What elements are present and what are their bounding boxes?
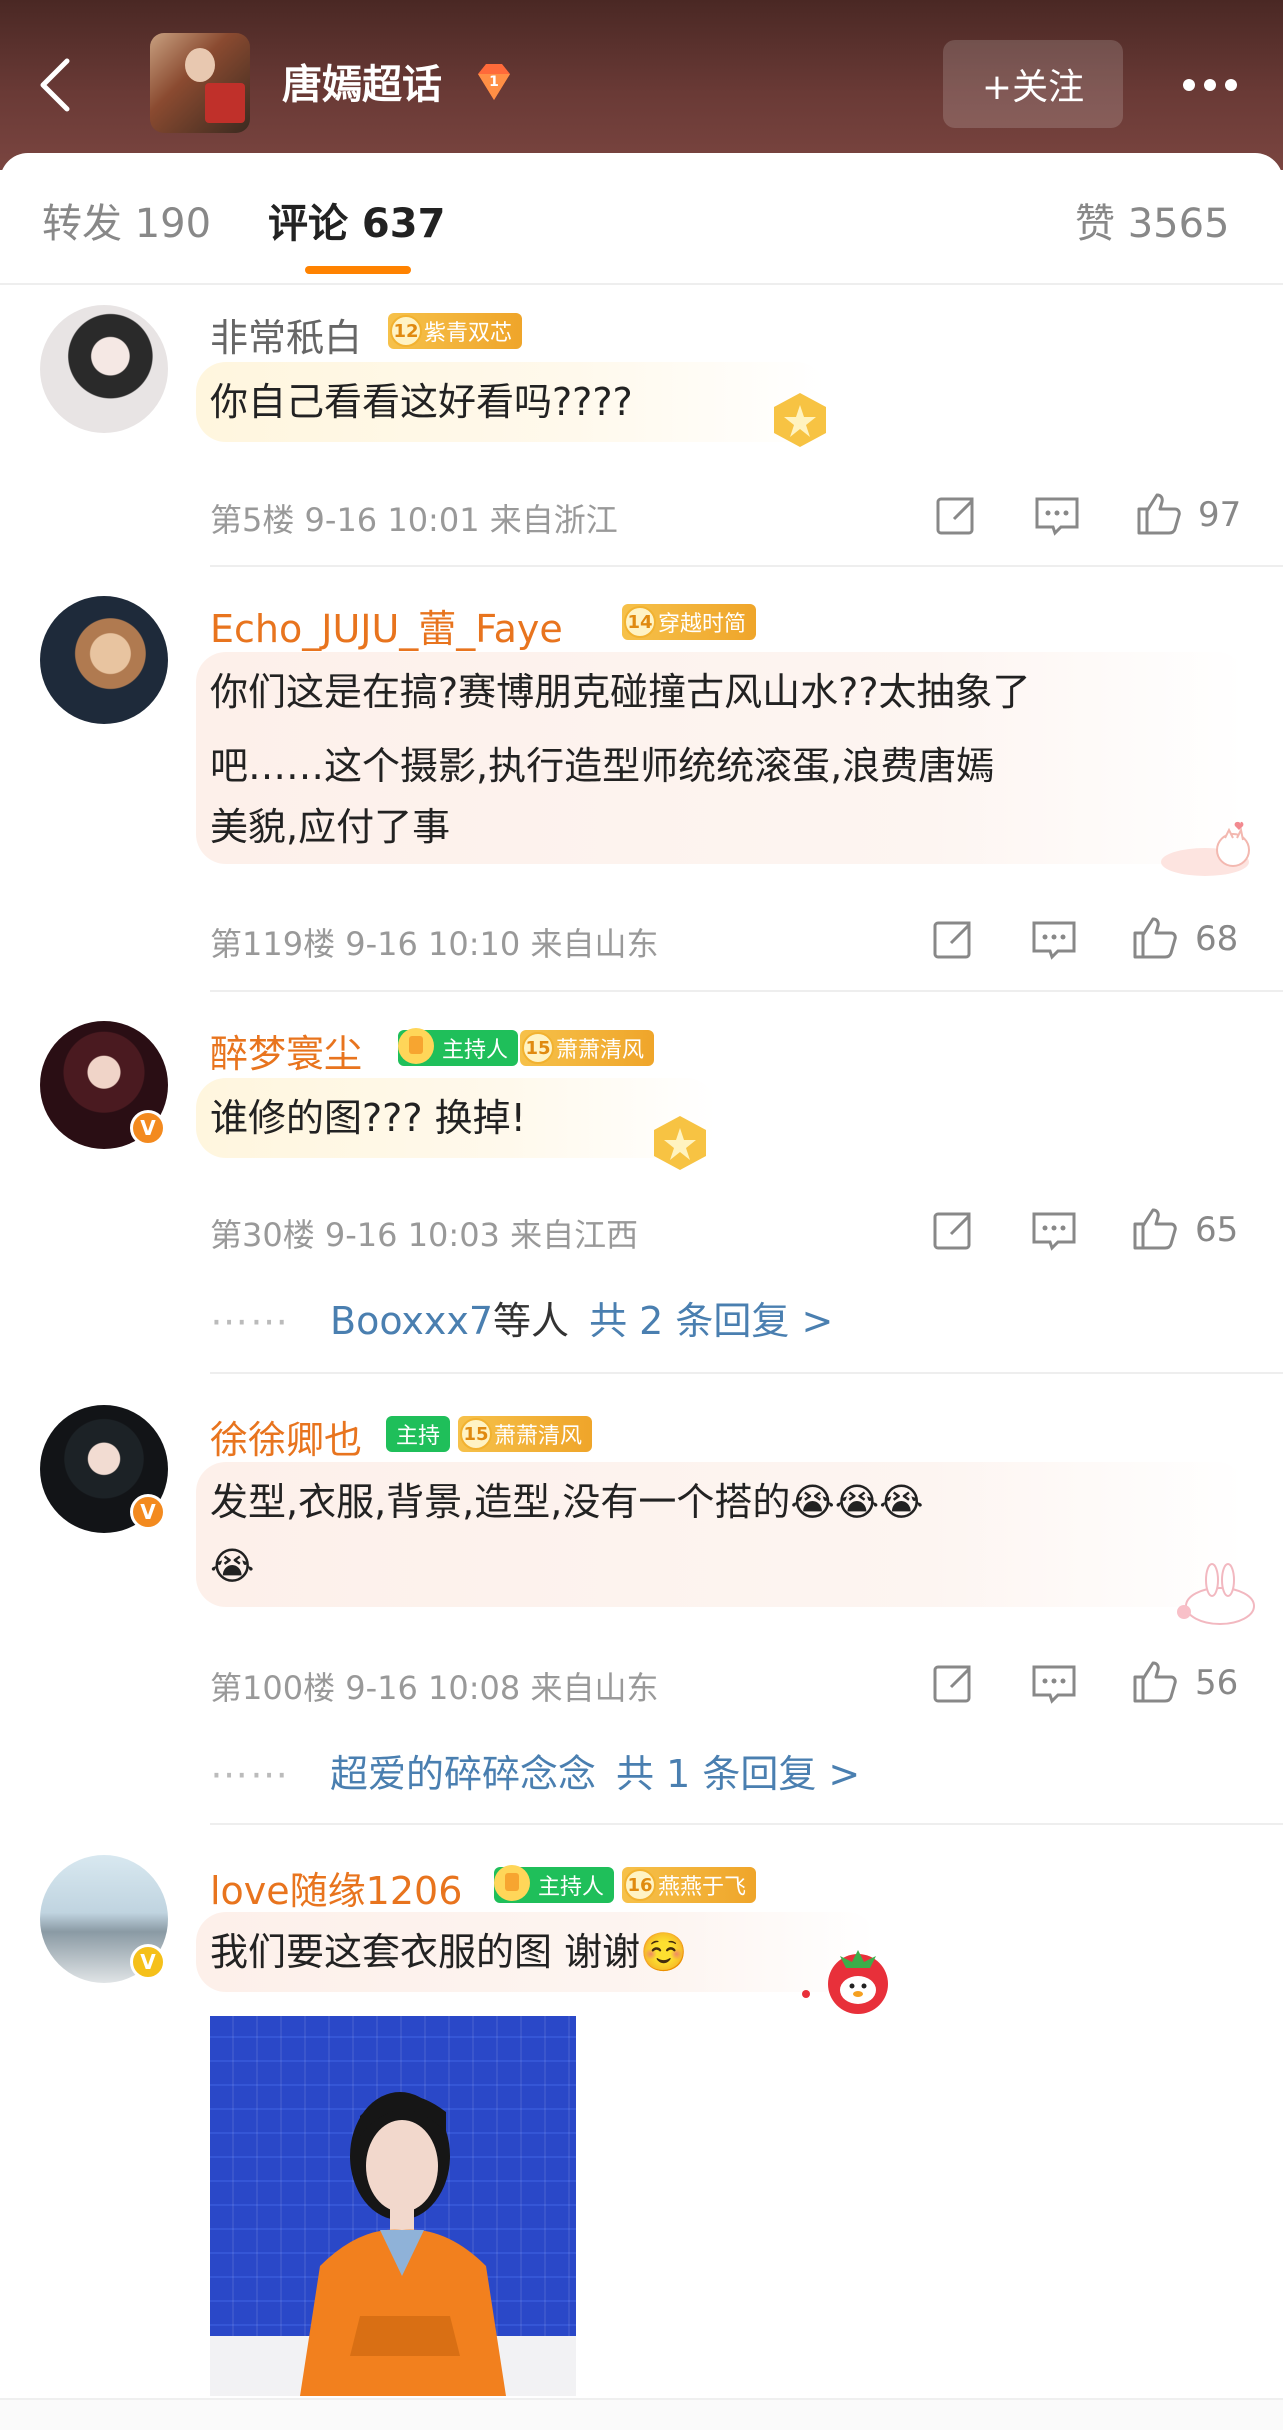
svg-text:1: 1 — [489, 74, 499, 90]
host-badge: 主持人 — [398, 1028, 519, 1066]
fan-level-badge: 15 萧萧清风 — [458, 1416, 593, 1452]
comment-text-line: 😭 — [210, 1544, 255, 1588]
host-badge-text: 主持 — [396, 1424, 441, 1449]
reply-dots: ⋯⋯ — [210, 1299, 290, 1343]
reply-mid: 等人 — [493, 1299, 570, 1343]
back-arrow-icon — [40, 58, 70, 112]
avatar[interactable] — [40, 305, 168, 433]
like-icon[interactable] — [1135, 489, 1183, 537]
star-badge-icon — [774, 393, 826, 447]
active-tab-indicator — [305, 266, 411, 274]
reply-dots: ⋯⋯ — [210, 1752, 290, 1796]
like-icon[interactable] — [1131, 1657, 1179, 1705]
divider — [210, 1372, 1283, 1374]
fan-level-number: 15 — [460, 1418, 492, 1450]
comment-text-line: 吧……这个摄影,执行造型师统统滚蛋,浪费唐嫣 — [210, 744, 995, 788]
comment-icon[interactable] — [1030, 1206, 1078, 1254]
fan-level-text: 穿越时简 — [658, 612, 747, 637]
host-badge-text: 主持人 — [538, 1875, 605, 1900]
verified-v-icon: V — [130, 1944, 166, 1980]
divider — [210, 1823, 1283, 1825]
host-trophy-icon — [494, 1865, 530, 1901]
topic-avatar[interactable] — [150, 33, 250, 133]
topic-gem-icon: 1 — [478, 64, 510, 100]
share-icon[interactable] — [932, 491, 980, 539]
tab-likes[interactable]: 赞 3565 — [1075, 191, 1230, 249]
verified-v-icon: V — [130, 1494, 166, 1530]
replies-link[interactable]: ⋯⋯ Booxxx7等人共 2 条回复 > — [210, 1290, 833, 1345]
host-badge-text: 主持人 — [442, 1038, 509, 1063]
replies-link[interactable]: ⋯⋯ 超爱的碎碎念念共 1 条回复 > — [210, 1743, 860, 1798]
like-count: 97 — [1198, 495, 1242, 535]
reply-user[interactable]: 超爱的碎碎念念 — [330, 1752, 596, 1796]
reply-user[interactable]: Booxxx7 — [330, 1299, 493, 1343]
host-badge: 主持人 — [494, 1865, 615, 1903]
comment-text: 我们要这套衣服的图 谢谢☺️ — [210, 1930, 688, 1974]
fan-level-badge: 14 穿越时简 — [622, 604, 757, 640]
fan-level-badge: 12 紫青双芯 — [388, 313, 523, 349]
cat-decoration-icon — [1161, 821, 1250, 876]
tab-reposts[interactable]: 转发 190 — [42, 191, 211, 249]
comment-meta: 第30楼 9-16 10:03 来自江西 — [210, 1216, 639, 1254]
fan-level-badge: 15 萧萧清风 — [520, 1030, 655, 1066]
topic-title: 唐嫣超话 — [282, 62, 442, 108]
avatar[interactable] — [40, 596, 168, 724]
tab-bar: 转发 190 评论 637 赞 3565 — [0, 153, 1283, 285]
fan-level-number: 12 — [390, 315, 422, 347]
comment-text-line: 你们这是在搞?赛博朋克碰撞古风山水??太抽象了 — [210, 670, 1031, 714]
comment-text-line: 美貌,应付了事 — [210, 805, 451, 849]
verified-v-icon: V — [130, 1110, 166, 1146]
strawberry-sticker-icon — [802, 1950, 888, 2014]
like-count: 56 — [1195, 1663, 1239, 1703]
star-badge-icon — [654, 1116, 706, 1170]
divider — [210, 565, 1283, 567]
fan-level-badge: 16 燕燕于飞 — [622, 1867, 757, 1903]
photo-content — [210, 2092, 576, 2396]
comment-text: 你自己看看这好看吗???? — [210, 380, 633, 424]
tab-comments[interactable]: 评论 637 — [268, 191, 445, 249]
like-icon[interactable] — [1131, 1204, 1179, 1252]
divider — [210, 990, 1283, 992]
comment-photo[interactable] — [210, 2016, 576, 2396]
comment-text: 谁修的图??? 换掉! — [210, 1096, 526, 1140]
fan-level-number: 15 — [522, 1032, 554, 1064]
username[interactable]: Echo_JUJU_蕾_Faye — [210, 598, 563, 653]
username[interactable]: love随缘1206 — [210, 1860, 462, 1915]
comment-meta: 第5楼 9-16 10:01 来自浙江 — [210, 501, 618, 539]
username[interactable]: 徐徐卿也 — [210, 1409, 362, 1464]
username[interactable]: 非常秖白 — [210, 307, 362, 362]
bunny-decoration-icon — [1177, 1563, 1255, 1625]
fan-level-text: 紫青双芯 — [424, 321, 513, 346]
like-icon[interactable] — [1131, 913, 1179, 961]
like-count: 68 — [1195, 919, 1239, 959]
host-trophy-icon — [398, 1028, 434, 1064]
share-icon[interactable] — [929, 915, 977, 963]
comment-meta: 第119楼 9-16 10:10 来自山东 — [210, 925, 659, 963]
comment-icon[interactable] — [1033, 491, 1081, 539]
fan-level-number: 16 — [624, 1869, 656, 1901]
host-badge: 主持 — [386, 1416, 451, 1452]
fan-level-number: 14 — [624, 606, 656, 638]
comment-text-line: 发型,衣服,背景,造型,没有一个搭的😭😭😭 — [210, 1480, 924, 1524]
fan-level-text: 燕燕于飞 — [658, 1875, 747, 1900]
like-count: 65 — [1195, 1210, 1239, 1250]
fan-level-text: 萧萧清风 — [494, 1424, 583, 1449]
reply-count[interactable]: 共 1 条回复 > — [616, 1752, 860, 1796]
share-icon[interactable] — [929, 1659, 977, 1707]
comment-icon[interactable] — [1030, 1659, 1078, 1707]
comment-icon[interactable] — [1030, 915, 1078, 963]
follow-button[interactable]: +关注 — [943, 40, 1123, 128]
share-icon[interactable] — [929, 1206, 977, 1254]
username[interactable]: 醉梦寰尘 — [210, 1023, 362, 1078]
bottom-bar — [0, 2398, 1283, 2430]
back-button[interactable] — [30, 50, 80, 120]
topic-header: 唐嫣超话 1 +关注 — [0, 0, 1283, 170]
fan-level-text: 萧萧清风 — [556, 1038, 645, 1063]
more-dots-icon[interactable] — [1172, 55, 1247, 115]
reply-count[interactable]: 共 2 条回复 > — [589, 1299, 833, 1343]
comment-meta: 第100楼 9-16 10:08 来自山东 — [210, 1669, 659, 1707]
